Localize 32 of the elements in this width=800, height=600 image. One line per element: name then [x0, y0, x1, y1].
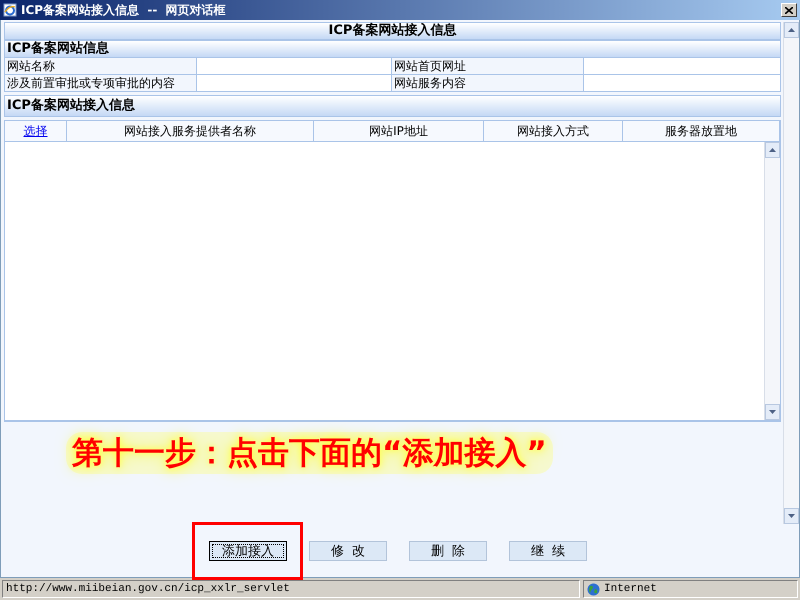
- window-title: ICP备案网站接入信息 -- 网页对话框: [21, 2, 227, 18]
- arrow-up-icon: [788, 28, 795, 32]
- field-label: 网站首页网址: [392, 58, 584, 75]
- arrow-down-icon: [788, 514, 795, 518]
- close-button[interactable]: [781, 3, 797, 17]
- column-header: 服务器放置地: [623, 121, 780, 141]
- scroll-up-button[interactable]: [765, 142, 780, 158]
- arrow-down-icon: [769, 410, 776, 414]
- scroll-down-button[interactable]: [784, 508, 799, 524]
- field-label: 网站名称: [5, 58, 197, 75]
- column-header: 网站IP地址: [314, 121, 484, 141]
- app-icon: [3, 3, 17, 17]
- close-icon: [785, 6, 793, 14]
- action-button[interactable]: 删 除: [409, 541, 487, 561]
- zone-label: Internet: [604, 583, 657, 595]
- arrow-up-icon: [769, 148, 776, 152]
- section-heading: ICP备案网站信息: [4, 40, 781, 58]
- column-header: 网站接入服务提供者名称: [67, 121, 314, 141]
- section-heading: ICP备案网站接入信息: [4, 95, 781, 117]
- scroll-up-button[interactable]: [784, 22, 799, 38]
- action-button[interactable]: 继 续: [509, 541, 587, 561]
- field-label: 涉及前置审批或专项审批的内容: [5, 75, 197, 92]
- action-button[interactable]: 添加接入: [209, 541, 287, 561]
- scrollbar[interactable]: [764, 142, 780, 420]
- field-label: 网站服务内容: [392, 75, 584, 92]
- globe-icon: [587, 582, 600, 596]
- page-title: ICP备案网站接入信息: [4, 22, 781, 40]
- scroll-down-button[interactable]: [765, 404, 780, 420]
- status-url: http://www.miibeian.gov.cn/icp_xxlr_servlet: [6, 583, 290, 595]
- scrollbar[interactable]: [783, 22, 799, 524]
- column-header: 网站接入方式: [484, 121, 623, 141]
- action-button[interactable]: 修 改: [309, 541, 387, 561]
